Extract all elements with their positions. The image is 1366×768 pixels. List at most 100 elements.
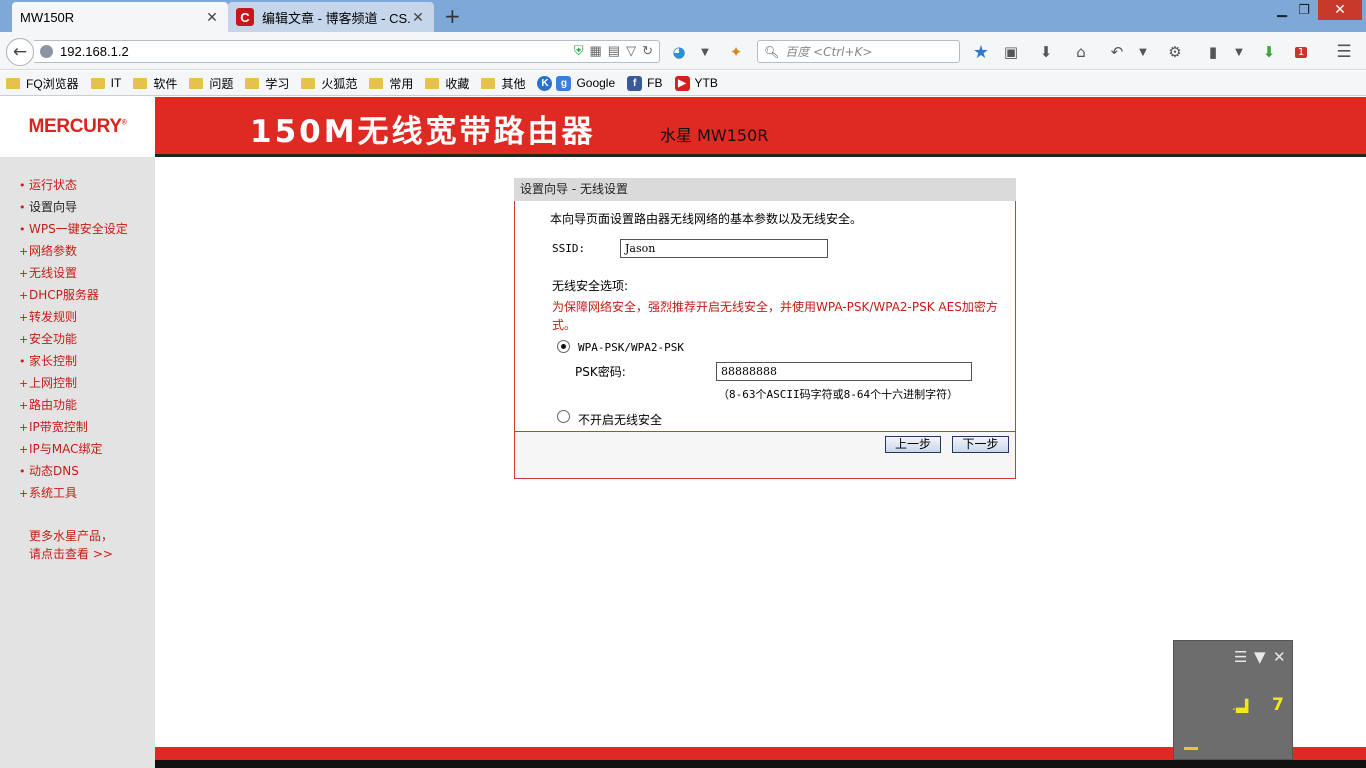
radio-wpa-psk[interactable]	[557, 340, 570, 353]
sidebar-item-4[interactable]: +无线设置	[19, 264, 77, 281]
sidebar-item-label: IP带宽控制	[29, 420, 88, 434]
download-icon[interactable]: ⬇	[1035, 41, 1057, 63]
bookmark-facebook[interactable]: f FB	[627, 75, 663, 91]
folder-icon	[369, 77, 384, 89]
wizard-intro: 本向导页面设置路由器无线网络的基本参数以及无线安全。	[550, 212, 863, 226]
prev-step-button[interactable]: 上一步	[885, 436, 941, 453]
psk-hint: （8-63个ASCII码字符或8-64个十六进制字符）	[718, 388, 959, 401]
sidebar-item-13[interactable]: • 动态DNS	[19, 462, 79, 479]
menu-bullet-icon: +	[19, 421, 29, 434]
product-model: 水星 MW150R	[660, 126, 769, 145]
bookmark-folder[interactable]: 问题	[189, 75, 233, 92]
security-heading: 无线安全选项:	[552, 279, 629, 293]
more-products-link[interactable]: 更多水星产品， 请点击查看 >>	[29, 527, 113, 563]
menu-hamburger-icon[interactable]: ☰	[1333, 41, 1355, 63]
widget-indicator-bar	[1184, 747, 1198, 750]
next-step-button[interactable]: 下一步	[952, 436, 1009, 453]
bookmark-youtube[interactable]: ▶ YTB	[674, 75, 718, 91]
sidebar-item-5[interactable]: +DHCP服务器	[19, 286, 99, 303]
menu-bullet-icon: •	[19, 223, 26, 236]
bookmark-star-icon[interactable]: ★	[970, 41, 992, 63]
address-bar[interactable]: 192.168.1.2 ⛨ ▦ ▤ ▽ ↻	[34, 40, 660, 63]
shield-icon[interactable]: ⛨	[574, 43, 584, 59]
clipboard-icon[interactable]: ▮	[1202, 41, 1224, 63]
reading-list-icon[interactable]: ▣	[1000, 41, 1022, 63]
folder-icon	[425, 77, 440, 89]
bookmark-label: Google	[576, 76, 616, 90]
page-icon[interactable]: ▤	[608, 43, 620, 59]
chevron-down-icon[interactable]: ▼	[1132, 41, 1154, 63]
google-icon: g	[556, 75, 572, 91]
sidebar-item-1[interactable]: • 设置向导	[19, 198, 77, 215]
folder-icon	[6, 77, 20, 89]
menu-bullet-icon: •	[19, 465, 26, 478]
bookmark-label: FB	[647, 76, 663, 90]
menu-bullet-icon: +	[19, 377, 29, 390]
sidebar-item-10[interactable]: +路由功能	[19, 396, 77, 413]
sidebar-item-14[interactable]: +系统工具	[19, 484, 77, 501]
sidebar-item-0[interactable]: • 运行状态	[19, 176, 77, 193]
sidebar-item-8[interactable]: • 家长控制	[19, 352, 77, 369]
router-admin-page: MERCURY® 150M无线宽带路由器 水星 MW150R • 运行状态 • 设置向…	[0, 97, 1366, 768]
widget-close-icon[interactable]: ✕	[1273, 648, 1286, 666]
back-button[interactable]: ←	[6, 38, 34, 66]
new-tab-button[interactable]: +	[444, 4, 461, 28]
widget-menu-icon[interactable]: ☰	[1234, 648, 1247, 666]
sidebar-item-label: 无线设置	[29, 266, 78, 280]
close-window-button[interactable]: ✕	[1318, 0, 1362, 20]
addon-badge-icon[interactable]: 1	[1290, 41, 1312, 63]
k-bookmark-icon[interactable]: K	[537, 75, 553, 91]
bookmark-label: 软件	[153, 76, 178, 91]
bookmark-folder[interactable]: 火狐范	[301, 75, 357, 92]
psk-password-label: PSK密码:	[575, 365, 626, 379]
sidebar-item-9[interactable]: +上网控制	[19, 374, 77, 391]
floating-network-widget[interactable]: ☰ ▼ ✕ .▃▍ 7	[1173, 640, 1293, 760]
addon-fox-icon[interactable]: ✦	[725, 41, 747, 63]
chevron-down-icon[interactable]: ▼	[694, 41, 716, 63]
sidebar-item-7[interactable]: +安全功能	[19, 330, 77, 347]
globe-icon	[40, 45, 53, 58]
bookmark-folder[interactable]: 其他	[481, 75, 525, 92]
ssid-input[interactable]: Jason	[620, 239, 828, 258]
green-download-icon[interactable]: ⬇	[1258, 41, 1280, 63]
psk-password-input[interactable]: 88888888	[716, 362, 972, 381]
sidebar-item-12[interactable]: +IP与MAC绑定	[19, 440, 103, 457]
folder-icon	[133, 77, 148, 89]
bookmark-folder[interactable]: 常用	[369, 75, 413, 92]
tab-mw150r[interactable]: MW150R ✕	[12, 2, 228, 32]
tab-csdn[interactable]: C 编辑文章 - 博客频道 - CS... ✕	[228, 2, 434, 32]
sidebar-item-label: 家长控制	[29, 354, 78, 368]
sidebar-item-2[interactable]: • WPS一键安全设定	[19, 220, 128, 237]
tab-title: MW150R	[20, 9, 75, 25]
close-tab-icon[interactable]: ✕	[204, 9, 220, 26]
bookmark-label: YTB	[694, 76, 718, 90]
bookmark-folder[interactable]: 软件	[133, 75, 177, 92]
menu-bullet-icon: +	[19, 487, 29, 500]
bookmark-folder[interactable]: FQ浏览器	[6, 75, 79, 92]
widget-collapse-icon[interactable]: ▼	[1254, 648, 1266, 666]
addon-gears-icon[interactable]: ⚙	[1164, 41, 1186, 63]
bookmark-folder[interactable]: 学习	[245, 75, 289, 92]
sidebar-item-3[interactable]: +网络参数	[19, 242, 77, 259]
maximize-window-button[interactable]: ❐	[1290, 0, 1318, 20]
sidebar-item-label: 安全功能	[29, 332, 78, 346]
sidebar-item-11[interactable]: +IP带宽控制	[19, 418, 88, 435]
addon-bird-icon[interactable]: ◕	[668, 41, 690, 63]
security-warning-line-2: 式。	[552, 318, 577, 332]
sidebar-item-6[interactable]: +转发规则	[19, 308, 77, 325]
dropdown-icon[interactable]: ▽	[626, 43, 636, 59]
home-icon[interactable]: ⌂	[1070, 41, 1092, 63]
search-input[interactable]: 🔍︎ 百度 <Ctrl+K>	[757, 40, 960, 63]
reload-icon[interactable]: ↻	[642, 43, 653, 59]
bookmark-label: 学习	[265, 76, 290, 91]
menu-bullet-icon: +	[19, 311, 29, 324]
chevron-down-icon[interactable]: ▼	[1228, 41, 1250, 63]
radio-no-security[interactable]	[557, 410, 570, 423]
bookmark-label: FQ浏览器	[26, 76, 79, 91]
bookmark-google[interactable]: g Google	[556, 75, 616, 91]
close-tab-icon[interactable]: ✕	[410, 9, 426, 26]
qr-code-icon[interactable]: ▦	[590, 43, 602, 59]
undo-icon[interactable]: ↶	[1106, 41, 1128, 63]
bookmark-folder[interactable]: IT	[90, 76, 121, 90]
bookmark-folder[interactable]: 收藏	[425, 75, 469, 92]
